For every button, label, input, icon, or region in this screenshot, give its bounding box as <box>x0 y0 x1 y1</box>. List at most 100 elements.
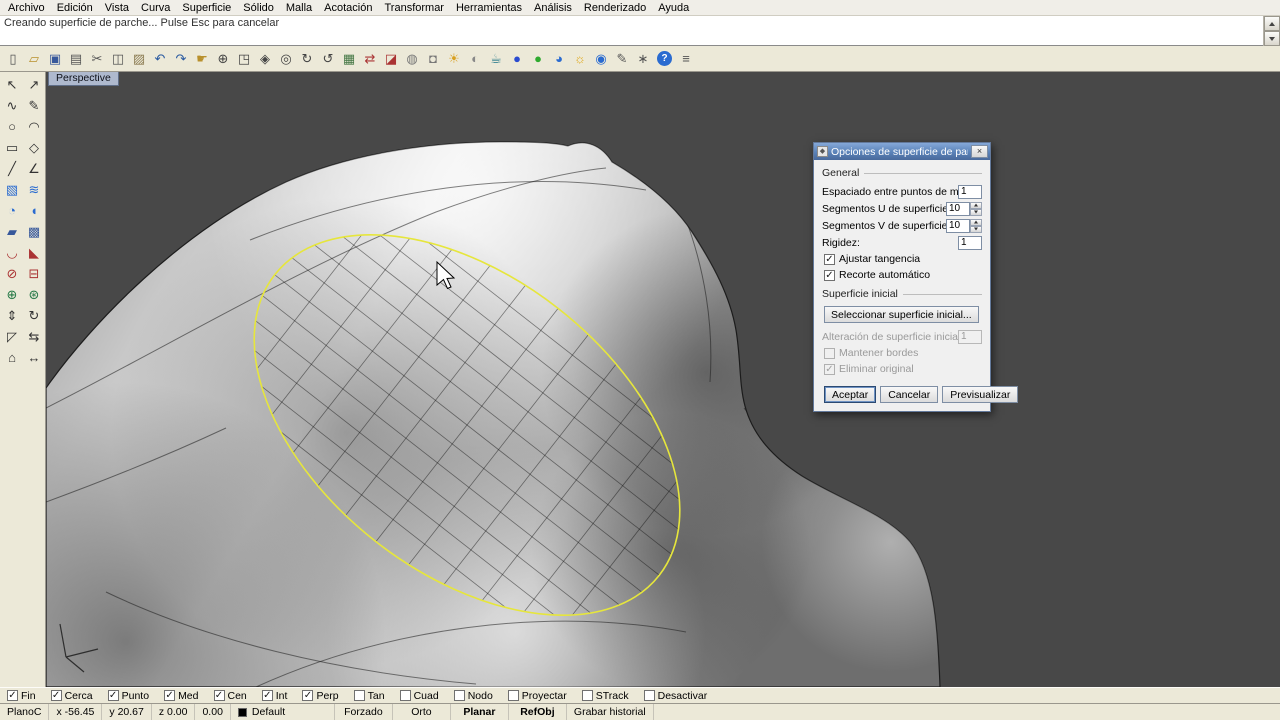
line-tool-icon[interactable]: ╱ <box>1 158 23 179</box>
zoom-selected-icon[interactable]: ◎ <box>276 49 296 69</box>
previsualizar-button[interactable]: Previsualizar <box>942 386 1019 403</box>
revolve-tool-icon[interactable]: ◔ <box>1 200 23 221</box>
mirror-tool-icon[interactable]: ⇆ <box>23 326 45 347</box>
checkbox[interactable] <box>399 690 411 701</box>
curve-tool-icon[interactable]: ∿ <box>1 95 23 116</box>
osnap-cuad[interactable]: Cuad <box>399 690 439 702</box>
zoom-window-icon[interactable]: ◳ <box>234 49 254 69</box>
circle-tool-icon[interactable]: ○ <box>1 116 23 137</box>
recorte-automatico-checkbox[interactable]: ✓ Recorte automático <box>824 268 982 282</box>
osnap-cerca[interactable]: ✓ Cerca <box>50 690 93 702</box>
checkbox[interactable] <box>453 690 465 701</box>
menu-solido[interactable]: Sólido <box>237 0 280 16</box>
select-arrow-icon[interactable]: ↖ <box>1 74 23 95</box>
checkbox[interactable]: ✓ <box>261 690 273 701</box>
checkbox[interactable]: ✓ <box>302 690 314 701</box>
cplane-tool-icon[interactable]: ⌂ <box>1 347 23 368</box>
checkbox[interactable]: ✓ <box>107 690 119 701</box>
rotate-view-icon[interactable]: ↻ <box>297 49 317 69</box>
zoom-dynamic-icon[interactable]: ⊕ <box>213 49 233 69</box>
menu-acotacion[interactable]: Acotación <box>318 0 378 16</box>
ajustar-tangencia-checkbox[interactable]: ✓ Ajustar tangencia <box>824 252 982 266</box>
checkbox[interactable] <box>507 690 519 701</box>
dialog-titlebar[interactable]: ◆ Opciones de superficie de parche × <box>814 143 990 160</box>
osnap-perp[interactable]: ✓ Perp <box>302 690 339 702</box>
undo-view-icon[interactable]: ↺ <box>318 49 338 69</box>
render-sphere-blue-icon[interactable]: ● <box>507 49 527 69</box>
menu-superficie[interactable]: Superficie <box>176 0 237 16</box>
hide-object-icon[interactable]: ◍ <box>402 49 422 69</box>
cut-icon[interactable]: ✂ <box>87 49 107 69</box>
y-coordinate[interactable]: y 20.67 <box>102 704 152 720</box>
viewport-canvas[interactable] <box>46 72 1280 687</box>
select-initial-surface-button[interactable]: Seleccionar superficie inicial... <box>824 306 979 323</box>
scroll-up-icon[interactable] <box>1264 16 1280 31</box>
move-icon[interactable]: ⇄ <box>360 49 380 69</box>
cplane-pane[interactable]: PlanoC <box>0 704 50 720</box>
redo-icon[interactable]: ↷ <box>171 49 191 69</box>
surface-tool-icon[interactable]: ▧ <box>1 179 23 200</box>
planar-toggle[interactable]: Planar <box>451 704 509 720</box>
save-icon[interactable]: ▣ <box>45 49 65 69</box>
move-tool-icon[interactable]: ⇕ <box>1 305 23 326</box>
menu-malla[interactable]: Malla <box>280 0 318 16</box>
zoom-extents-icon[interactable]: ◈ <box>255 49 275 69</box>
pan-hand-icon[interactable]: ☛ <box>192 49 212 69</box>
command-input[interactable] <box>0 31 1280 45</box>
field-input[interactable]: 10 <box>946 201 970 216</box>
osnap-proyectar[interactable]: Proyectar <box>507 690 567 702</box>
patch-tool-icon[interactable]: ▩ <box>23 221 45 242</box>
menu-analisis[interactable]: Análisis <box>528 0 578 16</box>
explode-tool-icon[interactable]: ⊛ <box>23 284 45 305</box>
lamp-icon[interactable]: ☀ <box>444 49 464 69</box>
join-tool-icon[interactable]: ⊕ <box>1 284 23 305</box>
render-sphere-green-icon[interactable]: ● <box>528 49 548 69</box>
osnap-int[interactable]: ✓ Int <box>261 690 287 702</box>
layer-pane[interactable]: Default <box>231 704 335 720</box>
osnap-tan[interactable]: Tan <box>353 690 385 702</box>
menu-vista[interactable]: Vista <box>99 0 135 16</box>
sweep-tool-icon[interactable]: ◖ <box>23 200 45 221</box>
forzado-toggle[interactable]: Forzado <box>335 704 393 720</box>
spinner-down-icon[interactable] <box>970 208 982 216</box>
help-icon[interactable]: ? <box>657 51 672 66</box>
scale-tool-icon[interactable]: ◸ <box>1 326 23 347</box>
osnap-strack[interactable]: STrack <box>581 690 629 702</box>
fillet-tool-icon[interactable]: ◡ <box>1 242 23 263</box>
aceptar-button[interactable]: Aceptar <box>824 386 877 403</box>
polygon-tool-icon[interactable]: ◇ <box>23 137 45 158</box>
checkbox[interactable]: ✓ <box>824 269 835 281</box>
spinner[interactable] <box>970 218 982 233</box>
cancelar-button[interactable]: Cancelar <box>880 386 939 403</box>
dimension-tool-icon[interactable]: ↔ <box>23 347 45 368</box>
extrude-tool-icon[interactable]: ▰ <box>1 221 23 242</box>
select-brush-icon[interactable]: ↗ <box>23 74 45 95</box>
menu-renderizado[interactable]: Renderizado <box>578 0 652 16</box>
osnap-cen[interactable]: ✓ Cen <box>213 690 247 702</box>
checkbox[interactable]: ✓ <box>164 690 176 701</box>
checkbox[interactable]: ✓ <box>824 253 835 265</box>
viewport-title-tab[interactable]: Perspective <box>48 72 119 86</box>
checkbox[interactable]: ✓ <box>7 690 18 701</box>
checkbox[interactable] <box>643 690 655 701</box>
settings-gear-icon[interactable]: ∗ <box>633 49 653 69</box>
control-point-curve-icon[interactable]: ✎ <box>23 95 45 116</box>
rectangle-tool-icon[interactable]: ▭ <box>1 137 23 158</box>
spinner-down-icon[interactable] <box>970 225 982 233</box>
checkbox[interactable] <box>353 690 365 701</box>
spinner[interactable] <box>970 201 982 216</box>
cup-icon[interactable]: ☕ <box>486 49 506 69</box>
close-icon[interactable]: × <box>971 145 988 158</box>
osnap-nodo[interactable]: Nodo <box>453 690 493 702</box>
osnap-med[interactable]: ✓ Med <box>164 690 199 702</box>
new-file-icon[interactable]: ▯ <box>3 49 23 69</box>
lock-object-icon[interactable]: ◘ <box>423 49 443 69</box>
menu-edicion[interactable]: Edición <box>51 0 99 16</box>
sun-icon[interactable]: ☼ <box>570 49 590 69</box>
osnap-punto[interactable]: ✓ Punto <box>107 690 149 702</box>
field-input[interactable]: 1 <box>958 235 982 250</box>
osnap-desactivar[interactable]: Desactivar <box>643 690 707 702</box>
checkbox[interactable] <box>581 690 593 701</box>
trim-tool-icon[interactable]: ⊘ <box>1 263 23 284</box>
command-scrollbar[interactable] <box>1263 16 1280 46</box>
